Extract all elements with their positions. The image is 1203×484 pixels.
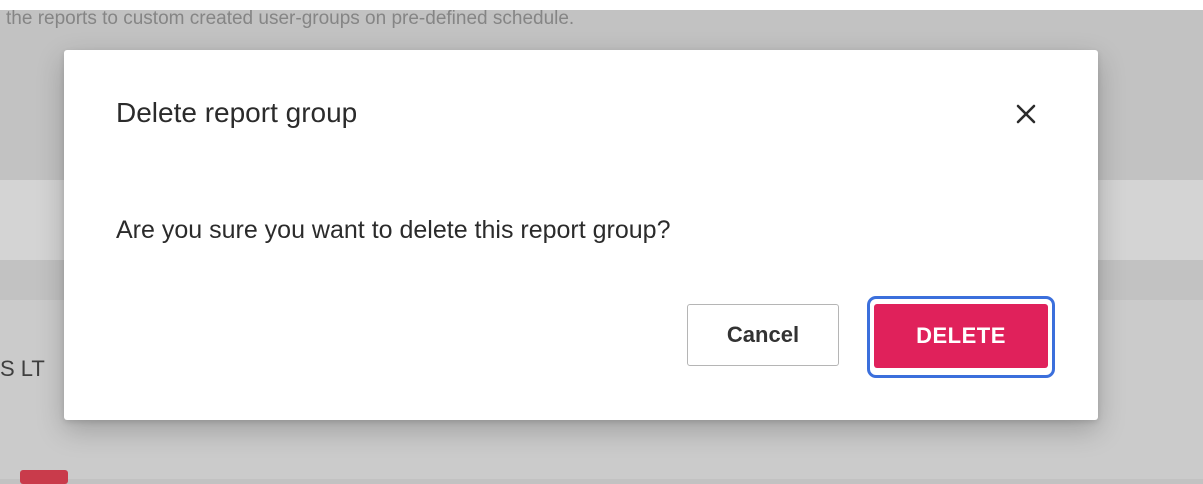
close-icon (1016, 104, 1036, 124)
background-description-text: the reports to custom created user-group… (6, 8, 575, 29)
dialog-title: Delete report group (116, 97, 358, 128)
background-status-chip (20, 470, 68, 484)
delete-button[interactable]: DELETE (874, 304, 1048, 368)
cancel-button[interactable]: Cancel (687, 304, 839, 366)
background-company-name-fragment: S LT (0, 356, 45, 381)
dialog-message: Are you sure you want to delete this rep… (116, 216, 671, 244)
delete-report-group-dialog: Delete report group Are you sure you wan… (64, 50, 1098, 420)
close-dialog-button[interactable] (1004, 92, 1048, 136)
